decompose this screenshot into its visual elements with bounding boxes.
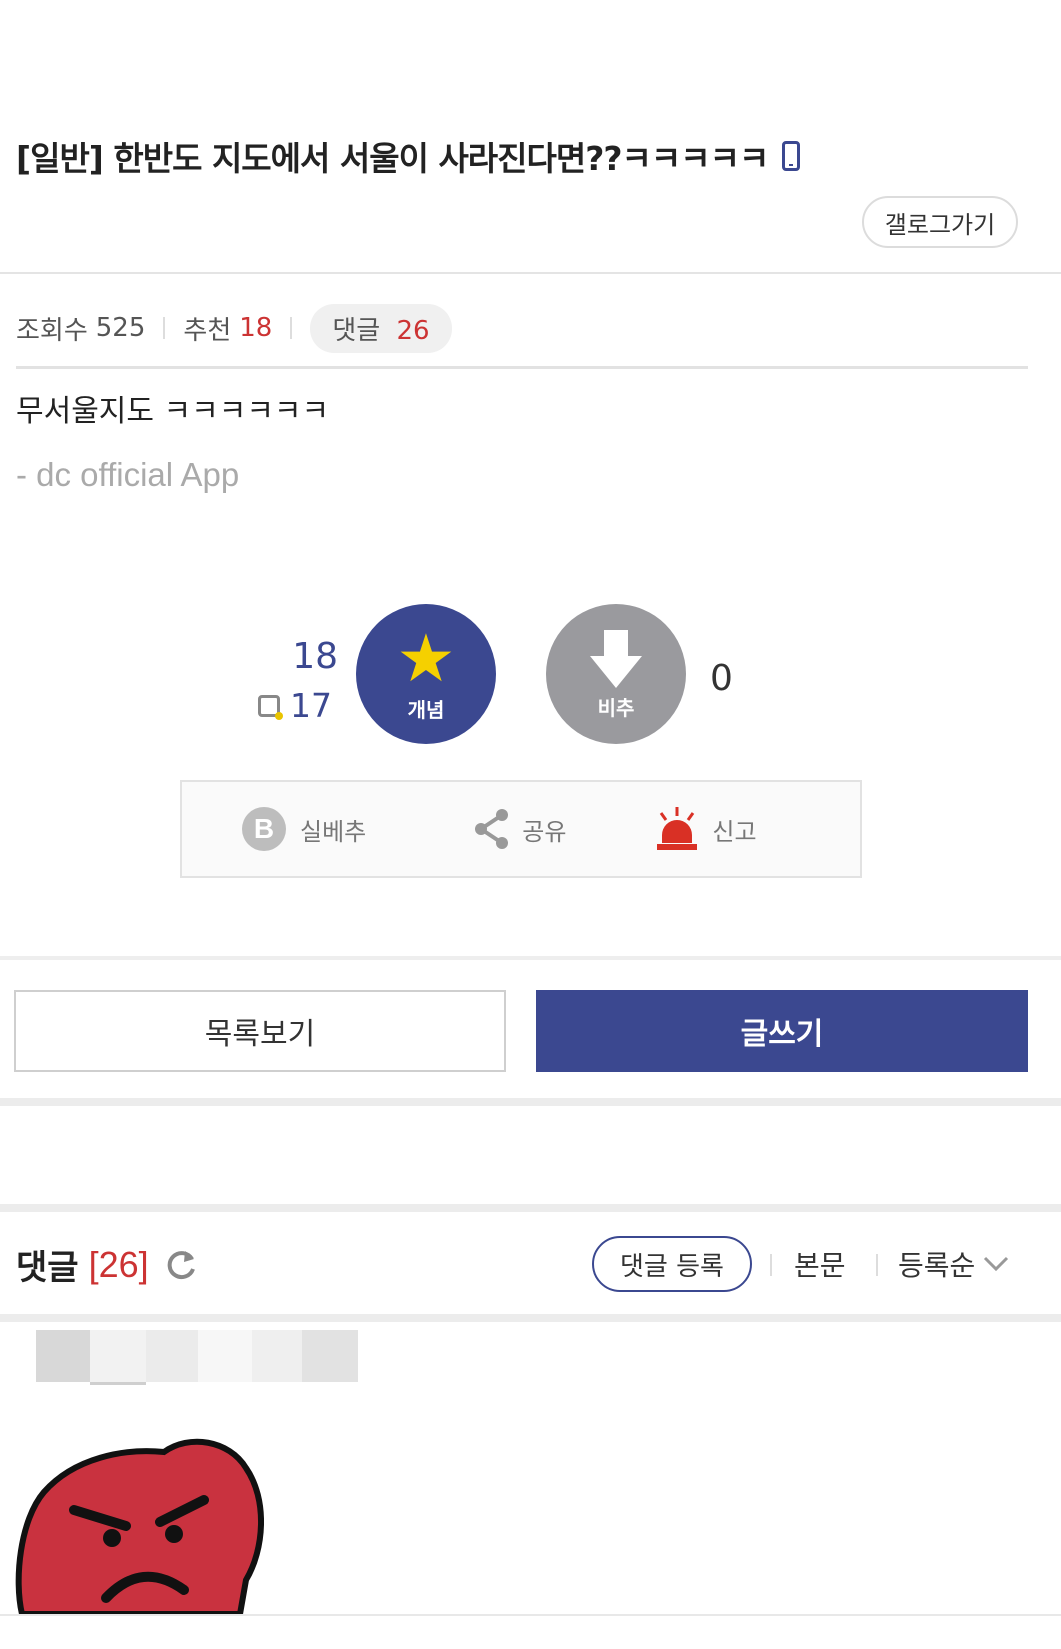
comment-count-pill[interactable]: 댓글 26 <box>310 303 452 353</box>
post-title-text: [일반] 한반도 지도에서 서울이 사라진다면??ㅋㅋㅋㅋㅋ <box>16 139 769 178</box>
upvote-button[interactable]: ★ 개념 <box>356 604 496 744</box>
divider <box>290 317 293 339</box>
list-view-button[interactable]: 목록보기 <box>14 990 506 1072</box>
recommend-count: 18 <box>239 313 273 343</box>
best-label: 실베추 <box>300 817 367 846</box>
upvote-label: 개념 <box>407 697 445 722</box>
divider <box>0 1314 1061 1322</box>
gallog-button[interactable]: 갤로그가기 <box>862 196 1018 248</box>
best-icon: B <box>242 807 286 851</box>
comment-count: 26 <box>396 315 430 346</box>
recommend-label: 추천 <box>183 315 232 346</box>
angry-face-emoticon <box>15 1438 264 1614</box>
views-count: 525 <box>95 313 146 343</box>
downvote-button[interactable]: 비추 <box>546 604 686 744</box>
sort-label: 등록순 <box>898 1249 976 1282</box>
divider <box>163 317 166 339</box>
share-icon <box>475 809 509 849</box>
share-button[interactable]: 공유 <box>472 807 566 851</box>
best-recommend-button[interactable]: B 실베추 <box>242 807 366 851</box>
report-label: 신고 <box>712 817 757 846</box>
post-stats: 조회수 525 추천 18 댓글 26 <box>16 303 452 353</box>
refresh-icon[interactable] <box>163 1247 199 1283</box>
star-icon: ★ <box>396 619 456 697</box>
share-label: 공유 <box>522 817 567 846</box>
mobile-vote-icon <box>258 694 283 720</box>
comments-header: 댓글 [26] <box>16 1240 199 1289</box>
mobile-upvote-count: 17 <box>290 686 332 725</box>
post-action-bar: B 실베추 공유 신고 <box>180 780 862 878</box>
views-label: 조회수 <box>16 315 88 346</box>
divider <box>0 1204 1061 1212</box>
divider <box>0 956 1061 960</box>
siren-icon <box>657 807 698 850</box>
divider <box>0 272 1061 274</box>
downvote-label: 비추 <box>597 695 635 720</box>
write-button[interactable]: 글쓰기 <box>536 990 1028 1072</box>
report-button[interactable]: 신고 <box>654 805 757 853</box>
arrow-down-icon <box>590 629 642 688</box>
comments-count: [26] <box>88 1243 149 1285</box>
mobile-upvote: 17 <box>258 686 332 725</box>
divider <box>16 366 1028 369</box>
post-body: 무서울지도 ㅋㅋㅋㅋㅋㅋ <box>16 394 330 429</box>
chevron-down-icon <box>984 1256 1009 1272</box>
downvote-count: 0 <box>710 658 733 699</box>
comment-label: 댓글 <box>332 315 381 346</box>
comment-register-button[interactable]: 댓글 등록 <box>592 1236 752 1292</box>
divider <box>0 1614 1061 1616</box>
divider <box>0 1098 1061 1106</box>
app-signature: - dc official App <box>16 456 240 493</box>
post-title: [일반] 한반도 지도에서 서울이 사라진다면??ㅋㅋㅋㅋㅋ <box>16 132 801 180</box>
upvote-count: 18 <box>292 636 338 677</box>
mobile-icon <box>782 141 801 171</box>
divider <box>770 1254 772 1276</box>
blurred-author-name <box>36 1330 358 1385</box>
sort-dropdown[interactable]: 등록순 <box>898 1244 1009 1284</box>
divider <box>876 1254 878 1276</box>
comments-title: 댓글 <box>16 1248 79 1288</box>
go-to-body-link[interactable]: 본문 <box>794 1244 846 1284</box>
